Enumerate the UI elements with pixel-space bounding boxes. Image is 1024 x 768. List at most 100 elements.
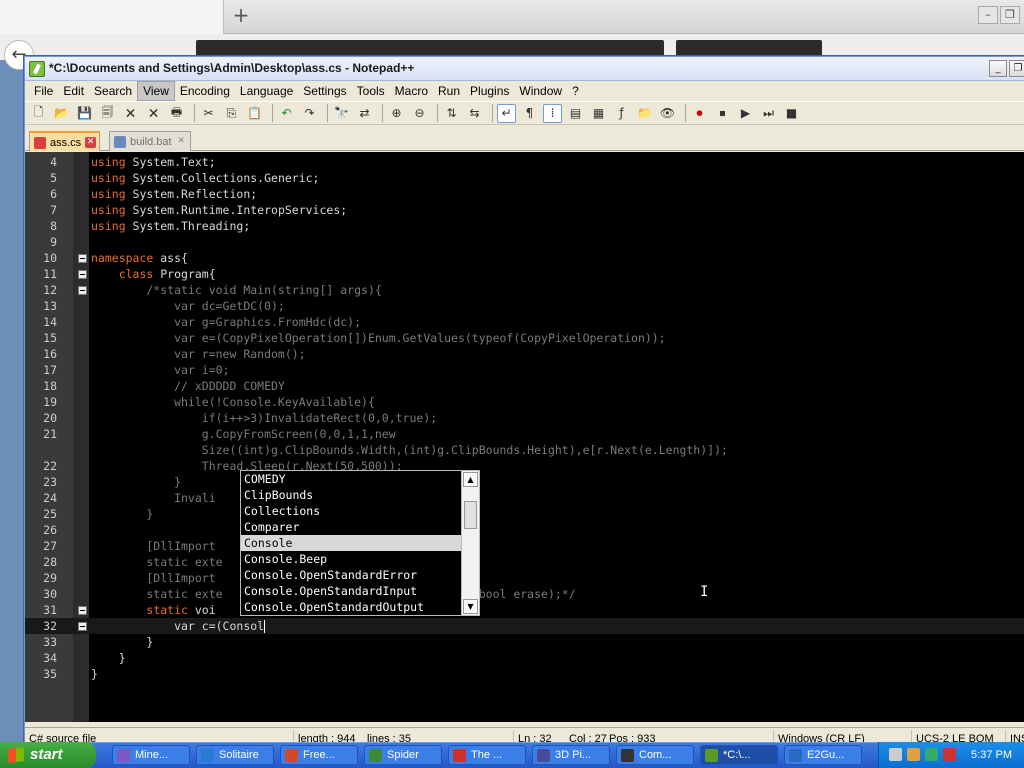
menu-run[interactable]: Run <box>433 82 465 100</box>
code-line[interactable]: 27 [DllImport <box>25 538 1024 554</box>
autocomplete-item[interactable]: Comparer <box>241 519 463 535</box>
open-file-icon[interactable]: 📂 <box>52 104 71 123</box>
minimize-icon[interactable]: _ <box>989 60 1007 77</box>
folder-workspace-icon[interactable]: 📁 <box>635 104 654 123</box>
code-line[interactable]: 21 g.CopyFromScreen(0,0,1,1,new <box>25 426 1024 442</box>
title-bar[interactable]: *C:\Documents and Settings\Admin\Desktop… <box>25 57 1024 81</box>
menu-tools[interactable]: Tools <box>352 82 390 100</box>
word-wrap-icon[interactable]: ↵ <box>497 103 516 123</box>
function-list-icon[interactable]: ƒ <box>612 104 631 123</box>
taskbar-task[interactable]: Solitaire <box>196 745 274 765</box>
code-line[interactable]: Size((int)g.ClipBounds.Width,(int)g.Clip… <box>25 442 1024 458</box>
save-all-icon[interactable]: 🗐 <box>98 104 117 123</box>
code-line[interactable]: 5 using System.Collections.Generic; <box>25 170 1024 186</box>
code-line[interactable]: 33 } <box>25 634 1024 650</box>
code-line[interactable]: 16 var r=new Random(); <box>25 346 1024 362</box>
code-editor[interactable]: 4 using System.Text; 5 using System.Collect… <box>25 152 1024 722</box>
udl-icon[interactable]: ▤ <box>566 104 585 123</box>
sync-horizontal-icon[interactable]: ⇆ <box>465 104 484 123</box>
code-line[interactable]: 29 [DllImport <box>25 570 1024 586</box>
menu-edit[interactable]: Edit <box>58 82 89 100</box>
fold-collapse-icon[interactable] <box>78 254 87 263</box>
taskbar-task[interactable]: The ... <box>448 745 526 765</box>
start-button[interactable]: start <box>0 742 96 768</box>
zoom-in-icon[interactable]: ⊕ <box>387 104 406 123</box>
browser-tab[interactable] <box>0 0 224 34</box>
code-line[interactable]: 18 // xDDDDD COMEDY <box>25 378 1024 394</box>
browser-maximize-icon[interactable]: ❐ <box>1000 6 1020 24</box>
record-macro-icon[interactable]: ⏺ <box>690 104 709 123</box>
taskbar-task[interactable]: Mine... <box>112 745 190 765</box>
network-icon[interactable] <box>907 748 920 761</box>
close-icon[interactable]: 🗙 <box>121 104 140 123</box>
code-line[interactable]: 14 var g=Graphics.FromHdc(dc); <box>25 314 1024 330</box>
taskbar-task[interactable]: Spider <box>364 745 442 765</box>
taskbar-task[interactable]: *C:\... <box>700 745 778 765</box>
code-line[interactable]: 13 var dc=GetDC(0); <box>25 298 1024 314</box>
keyboard-icon[interactable] <box>889 748 902 761</box>
autocomplete-item[interactable]: Collections <box>241 503 463 519</box>
close-all-icon[interactable]: 🗙 <box>144 104 163 123</box>
tab-ass-cs[interactable]: ass.cs ✕ <box>29 131 101 151</box>
zoom-out-icon[interactable]: ⊖ <box>410 104 429 123</box>
autocomplete-item[interactable]: Console.OpenStandardOutput <box>241 599 463 615</box>
code-line[interactable]: 9 <box>25 234 1024 250</box>
code-line[interactable]: 30 static exte ,int lprect,bool erase);*… <box>25 586 1024 602</box>
autocomplete-item[interactable]: Console.OpenStandardInput <box>241 583 463 599</box>
tab-close-icon[interactable]: ✕ <box>176 136 187 147</box>
code-line[interactable]: 8 using System.Threading; <box>25 218 1024 234</box>
copy-icon[interactable]: ⎘ <box>222 104 241 123</box>
security-shield-icon[interactable] <box>943 748 956 761</box>
scroll-up-arrow-icon[interactable]: ▲ <box>463 472 478 487</box>
code-line[interactable]: 11 class Program{ <box>25 266 1024 282</box>
sync-vertical-icon[interactable]: ⇅ <box>442 104 461 123</box>
code-line[interactable]: 25 } <box>25 506 1024 522</box>
scroll-thumb[interactable] <box>464 501 477 529</box>
menu-macro[interactable]: Macro <box>390 82 433 100</box>
maximize-icon[interactable]: ❐ <box>1009 60 1024 77</box>
cut-icon[interactable]: ✂ <box>199 104 218 123</box>
new-file-icon[interactable]: 🗋 <box>29 104 48 123</box>
autocomplete-item-selected[interactable]: Console <box>241 535 463 551</box>
scroll-down-arrow-icon[interactable]: ▼ <box>463 599 478 614</box>
show-all-chars-icon[interactable]: ¶ <box>520 104 539 123</box>
new-tab-icon[interactable]: + <box>232 5 250 25</box>
taskbar-task[interactable]: E2Gu... <box>784 745 862 765</box>
code-line[interactable]: 20 if(i++>3)InvalidateRect(0,0,true); <box>25 410 1024 426</box>
code-line[interactable]: 31 static voi <box>25 602 1024 618</box>
code-line[interactable]: 34 } <box>25 650 1024 666</box>
save-icon[interactable]: 💾 <box>75 104 94 123</box>
indent-guide-icon[interactable]: ⁞ <box>543 103 562 123</box>
tab-close-icon[interactable]: ✕ <box>85 137 97 148</box>
paste-icon[interactable]: 📋 <box>245 104 264 123</box>
code-line[interactable]: 19 while(!Console.KeyAvailable){ <box>25 394 1024 410</box>
print-icon[interactable]: 🖶 <box>167 104 186 123</box>
code-line[interactable]: 26 <box>25 522 1024 538</box>
menu-plugins[interactable]: Plugins <box>465 82 514 100</box>
menu-window[interactable]: Window <box>514 82 567 100</box>
taskbar-task[interactable]: 3D Pi... <box>532 745 610 765</box>
menu-language[interactable]: Language <box>235 82 298 100</box>
taskbar-task[interactable]: Free... <box>280 745 358 765</box>
code-line[interactable]: 17 var i=0; <box>25 362 1024 378</box>
run-macro-multiple-icon[interactable]: ⏭ <box>759 104 778 123</box>
fold-collapse-icon[interactable] <box>78 606 87 615</box>
volume-icon[interactable] <box>925 748 938 761</box>
menu-file[interactable]: File <box>29 82 58 100</box>
replace-icon[interactable]: ⇄ <box>355 104 374 123</box>
code-line[interactable]: 35} <box>25 666 1024 682</box>
autocomplete-item[interactable]: Console.OpenStandardError <box>241 567 463 583</box>
doc-map-icon[interactable]: ▦ <box>589 104 608 123</box>
code-line[interactable]: 12 /*static void Main(string[] args){ <box>25 282 1024 298</box>
browser-minimize-icon[interactable]: – <box>978 6 998 24</box>
menu-settings[interactable]: Settings <box>298 82 351 100</box>
menu-search[interactable]: Search <box>89 82 137 100</box>
undo-icon[interactable]: ↶ <box>277 104 296 123</box>
fold-collapse-icon[interactable] <box>78 286 87 295</box>
redo-icon[interactable]: ↷ <box>300 104 319 123</box>
code-line[interactable]: 6 using System.Reflection; <box>25 186 1024 202</box>
code-line[interactable]: 24 Invali <box>25 490 1024 506</box>
code-line[interactable]: 23 } <box>25 474 1024 490</box>
tab-build-bat[interactable]: build.bat ✕ <box>109 131 191 151</box>
code-line[interactable]: 4 using System.Text; <box>25 154 1024 170</box>
